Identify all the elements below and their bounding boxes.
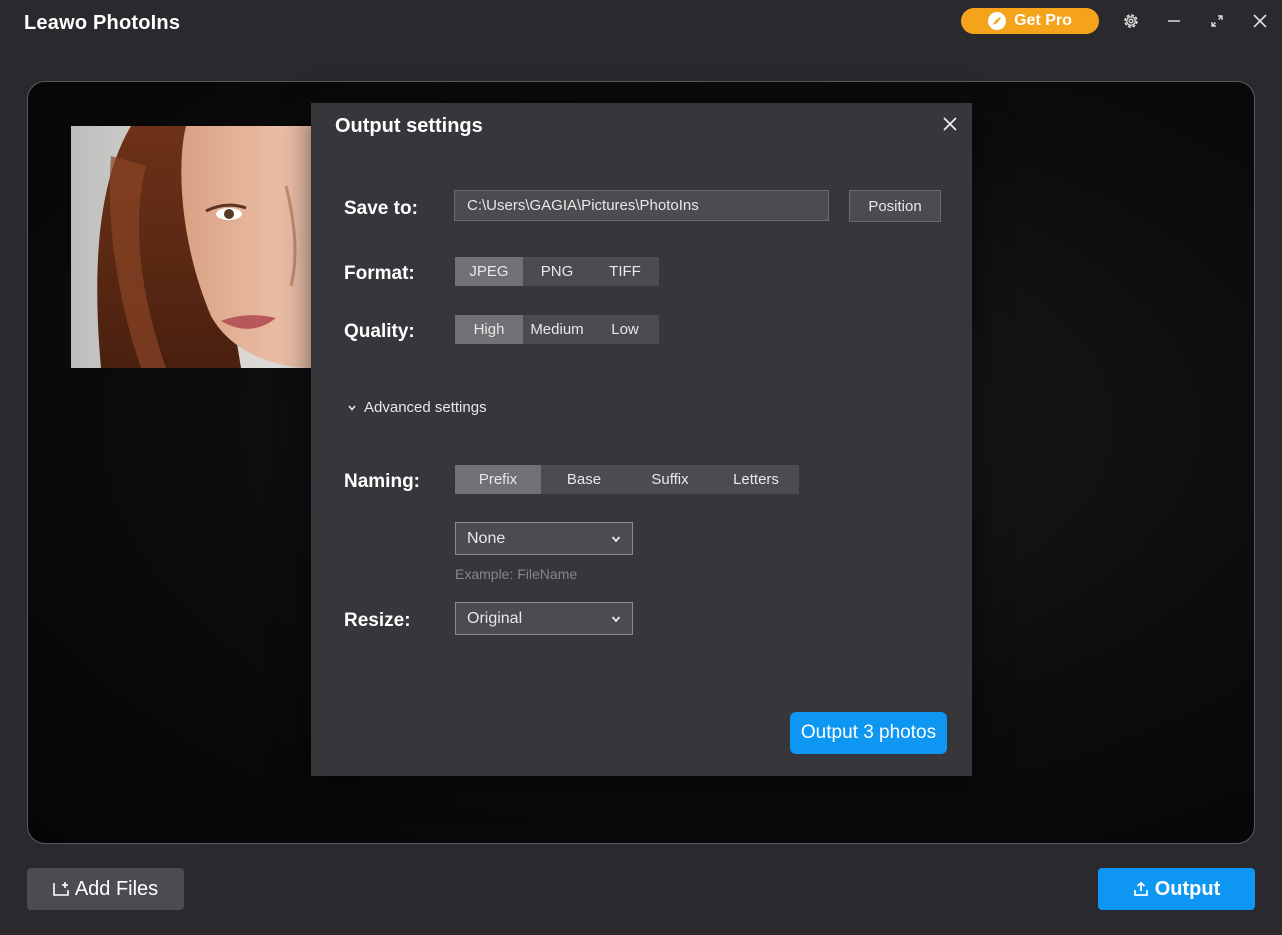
dialog-close-button[interactable]: [939, 113, 961, 135]
naming-option-suffix[interactable]: Suffix: [627, 465, 713, 494]
maximize-button[interactable]: [1204, 8, 1230, 34]
resize-select[interactable]: Original: [455, 602, 633, 635]
resize-label: Resize:: [344, 610, 411, 631]
naming-example: Example: FileName: [455, 566, 578, 582]
quality-option-medium[interactable]: Medium: [523, 315, 591, 344]
format-selector: JPEG PNG TIFF: [455, 257, 659, 286]
format-option-jpeg[interactable]: JPEG: [455, 257, 523, 286]
minimize-icon: [1168, 20, 1180, 22]
advanced-settings-toggle[interactable]: Advanced settings: [347, 399, 487, 416]
settings-button[interactable]: [1118, 8, 1144, 34]
advanced-settings-label: Advanced settings: [364, 399, 487, 416]
photo-thumbnail[interactable]: [71, 126, 351, 368]
format-option-tiff[interactable]: TIFF: [591, 257, 659, 286]
quality-label: Quality:: [344, 321, 415, 342]
output-label: Output: [1154, 877, 1221, 900]
portrait-image: [97, 126, 351, 368]
chevron-down-icon: [611, 535, 621, 542]
close-icon: [1253, 14, 1267, 28]
quality-selector: High Medium Low: [455, 315, 659, 344]
close-icon: [943, 117, 957, 131]
format-option-png[interactable]: PNG: [523, 257, 591, 286]
app-title: Leawo PhotoIns: [24, 12, 181, 34]
gear-icon: [1124, 14, 1138, 28]
dialog-title: Output settings: [335, 115, 483, 137]
get-pro-button[interactable]: Get Pro: [961, 8, 1099, 34]
naming-option-prefix[interactable]: Prefix: [455, 465, 541, 494]
naming-select-value: None: [467, 529, 506, 547]
save-to-label: Save to:: [344, 198, 418, 219]
add-files-label: Add Files: [74, 877, 159, 900]
output-settings-dialog: Output settings Save to: Position Format…: [311, 103, 972, 776]
format-label: Format:: [344, 263, 415, 284]
naming-select[interactable]: None: [455, 522, 633, 555]
position-button[interactable]: Position: [849, 190, 941, 222]
naming-label: Naming:: [344, 471, 420, 492]
quality-option-low[interactable]: Low: [591, 315, 659, 344]
rocket-icon: [988, 12, 1007, 30]
naming-option-base[interactable]: Base: [541, 465, 627, 494]
save-path-input[interactable]: [454, 190, 829, 221]
resize-select-value: Original: [467, 609, 523, 627]
quality-option-high[interactable]: High: [455, 315, 523, 344]
add-file-icon: [53, 882, 69, 896]
naming-selector: Prefix Base Suffix Letters: [455, 465, 799, 494]
get-pro-label: Get Pro: [1014, 12, 1072, 29]
chevron-down-icon: [611, 615, 621, 622]
upload-icon: [1133, 881, 1148, 896]
add-files-button[interactable]: Add Files: [27, 868, 184, 910]
window-close-button[interactable]: [1247, 8, 1273, 34]
maximize-icon: [1211, 15, 1223, 27]
naming-option-letters[interactable]: Letters: [713, 465, 799, 494]
chevron-down-icon: [348, 404, 356, 411]
output-photos-button[interactable]: Output 3 photos: [790, 712, 947, 754]
output-button[interactable]: Output: [1098, 868, 1255, 910]
minimize-button[interactable]: [1161, 8, 1187, 34]
